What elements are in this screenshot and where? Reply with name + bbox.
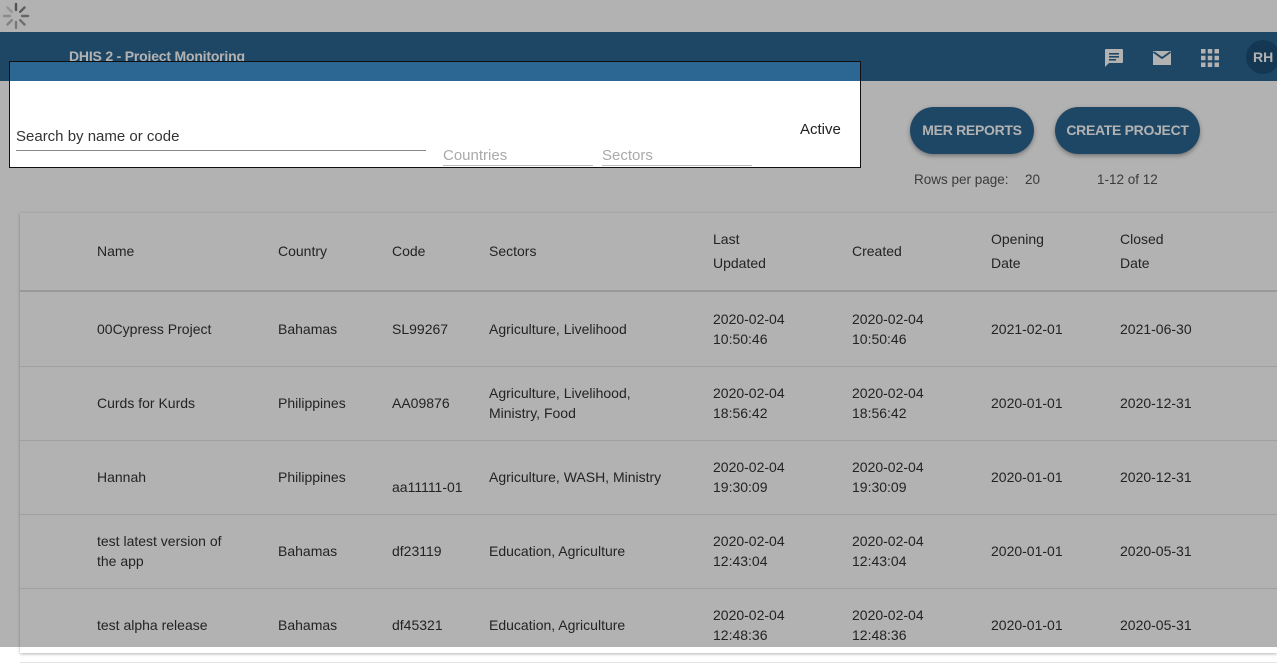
sectors-select[interactable]: Sectors xyxy=(602,132,752,166)
search-input[interactable] xyxy=(16,122,426,151)
dialog-header xyxy=(10,62,860,81)
active-filter-label[interactable]: Active xyxy=(800,121,841,138)
countries-select[interactable]: Countries xyxy=(443,132,593,166)
search-filter-dialog: Countries Sectors Active xyxy=(9,61,861,168)
